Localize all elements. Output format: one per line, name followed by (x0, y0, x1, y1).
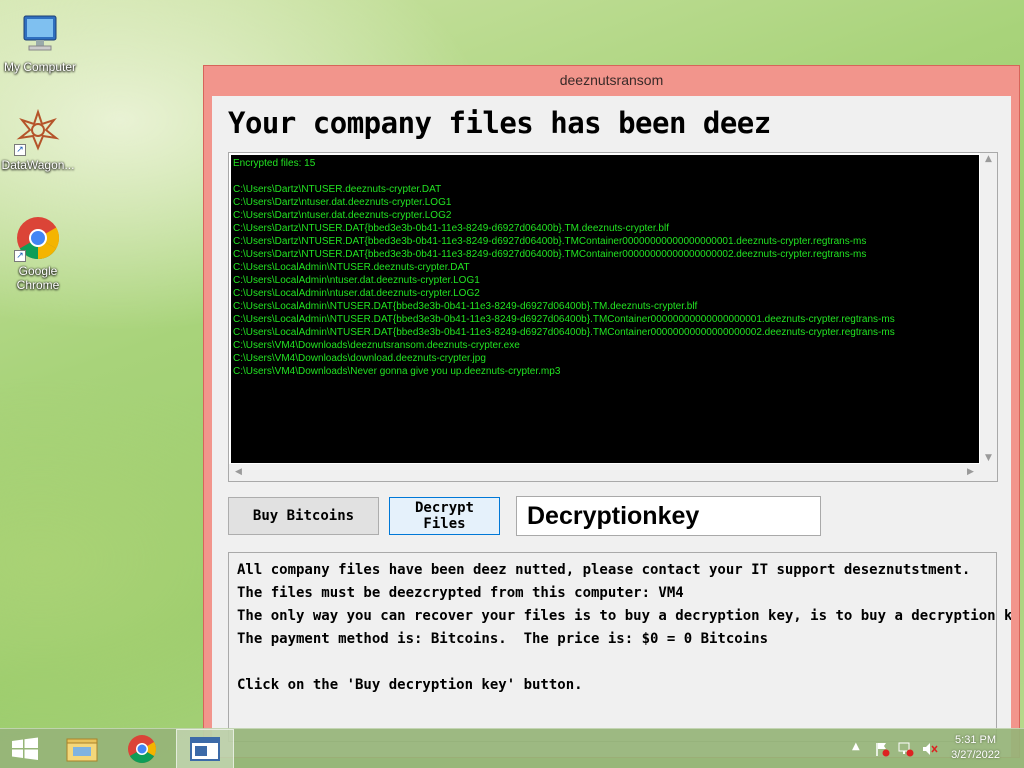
log-line: C:\Users\LocalAdmin\NTUSER.DAT{bbed3e3b-… (233, 314, 895, 325)
app-window-icon (190, 737, 220, 761)
scroll-right-icon[interactable]: ▶ (962, 467, 979, 477)
log-line: C:\Users\VM4\Downloads\Never gonna give … (233, 366, 561, 377)
chrome-icon: ↗ (14, 214, 62, 262)
action-center-flag-icon[interactable] (874, 741, 890, 757)
desktop-icon-label: DataWagon... (1, 158, 75, 172)
clock[interactable]: 5:31 PM 3/27/2022 (951, 733, 1000, 763)
log-line: C:\Users\Dartz\ntuser.dat.deeznuts-crypt… (233, 197, 452, 208)
log-line: C:\Users\LocalAdmin\NTUSER.deeznuts-cryp… (233, 262, 470, 273)
log-line: Encrypted files: 15 (233, 158, 316, 169)
scroll-down-icon[interactable]: ▼ (980, 453, 997, 463)
log-line: C:\Users\LocalAdmin\NTUSER.DAT{bbed3e3b-… (233, 301, 698, 312)
vertical-scrollbar[interactable]: ▲ ▼ (980, 153, 997, 464)
computer-icon (16, 10, 64, 58)
message-line: Click on the 'Buy decryption key' button… (237, 677, 583, 693)
message-line: The only way you can recover your files … (237, 608, 1011, 624)
decrypt-files-button[interactable]: Decrypt Files (389, 497, 500, 535)
log-line: C:\Users\Dartz\ntuser.dat.deeznuts-crypt… (233, 210, 452, 221)
network-icon[interactable] (898, 741, 914, 757)
log-line: C:\Users\Dartz\NTUSER.DAT{bbed3e3b-0b41-… (233, 236, 867, 247)
encrypted-files-log[interactable]: Encrypted files: 15 C:\Users\Dartz\NTUSER… (228, 152, 998, 482)
folder-icon (66, 738, 98, 762)
log-line: C:\Users\Dartz\NTUSER.DAT{bbed3e3b-0b41-… (233, 223, 669, 234)
windows-start-icon (12, 737, 38, 760)
scrollbar-corner (980, 464, 997, 481)
clock-date: 3/27/2022 (951, 749, 1000, 761)
ransom-message-box: All company files have been deez nutted,… (228, 552, 1011, 742)
log-line: C:\Users\LocalAdmin\NTUSER.DAT{bbed3e3b-… (233, 327, 895, 338)
taskbar: ▲ 5:31 PM 3/27/2022 (0, 728, 1024, 768)
desktop-icon-google-chrome[interactable]: ↗ Google Chrome (0, 214, 78, 292)
shortcut-arrow-icon: ↗ (14, 144, 26, 156)
show-hidden-icons-icon[interactable]: ▲ (852, 741, 868, 757)
log-line: C:\Users\VM4\Downloads\download.deeznuts… (233, 353, 486, 364)
log-text-area[interactable]: Encrypted files: 15 C:\Users\Dartz\NTUSER… (231, 155, 979, 463)
message-line (237, 651, 988, 674)
window-client-area: Your company files has been deez Encrypt… (212, 96, 1011, 757)
buy-bitcoins-button[interactable]: Buy Bitcoins (228, 497, 379, 535)
shortcut-arrow-icon: ↗ (14, 250, 26, 262)
start-button[interactable] (0, 729, 54, 768)
datawagon-icon: ↗ (14, 108, 62, 156)
taskbar-file-explorer[interactable] (56, 729, 110, 768)
message-line: All company files have been deez nutted,… (237, 562, 971, 578)
scroll-up-icon[interactable]: ▲ (980, 154, 997, 164)
taskbar-deeznutsransom[interactable] (176, 729, 234, 768)
decryption-key-input[interactable]: Decryptionkey (516, 496, 821, 536)
log-line: C:\Users\VM4\Downloads\deeznutsransom.de… (233, 340, 520, 351)
clock-time: 5:31 PM (955, 734, 997, 746)
window-title[interactable]: deeznutsransom (204, 66, 1019, 94)
page-title: Your company files has been deez (228, 106, 771, 140)
taskbar-chrome[interactable] (115, 729, 169, 768)
desktop-icon-label: Google Chrome (16, 264, 60, 292)
desktop-icon-my-computer[interactable]: My Computer (0, 10, 80, 74)
log-line: C:\Users\Dartz\NTUSER.DAT{bbed3e3b-0b41-… (233, 249, 867, 260)
message-line: The files must be deezcrypted from this … (237, 585, 684, 601)
desktop-icon-label: My Computer (3, 60, 77, 74)
desktop-icon-datawagon[interactable]: ↗ DataWagon... (0, 108, 78, 172)
log-line: C:\Users\Dartz\NTUSER.deeznuts-crypter.D… (233, 184, 442, 195)
chrome-icon (128, 735, 156, 763)
log-line: C:\Users\LocalAdmin\ntuser.dat.deeznuts-… (233, 275, 480, 286)
message-line: The payment method is: Bitcoins. The pri… (237, 631, 769, 647)
volume-muted-icon[interactable] (922, 741, 938, 757)
scroll-left-icon[interactable]: ◀ (230, 467, 247, 477)
log-line: C:\Users\LocalAdmin\ntuser.dat.deeznuts-… (233, 288, 480, 299)
ransom-window: deeznutsransom Your company files has be… (203, 65, 1020, 758)
horizontal-scrollbar[interactable]: ◀ ▶ (229, 464, 980, 481)
